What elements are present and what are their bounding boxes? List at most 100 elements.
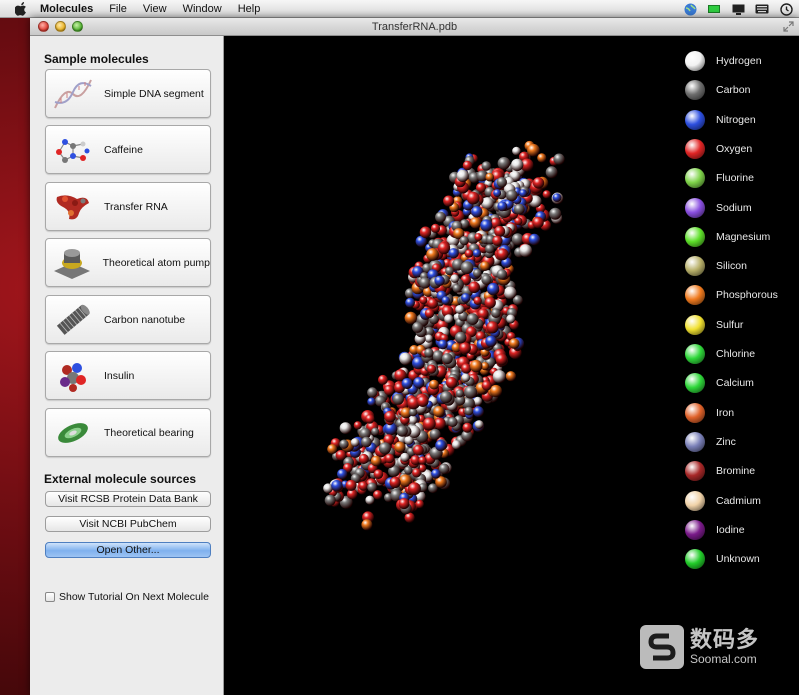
legend-item-bromine: Bromine [685, 460, 795, 482]
caffeine-thumbnail-icon [52, 130, 94, 170]
molecule-label: Simple DNA segment [104, 87, 204, 100]
legend-ball-icon [685, 314, 705, 335]
molecule-button-caffeine[interactable]: Caffeine [45, 125, 211, 174]
legend-ball-icon [685, 226, 705, 247]
legend-item-iron: Iron [685, 402, 795, 424]
molecule-viewer[interactable]: Hydrogen Carbon Nitrogen Oxygen Fluorine Sodi… [224, 36, 799, 695]
legend-item-hydrogen: Hydrogen [685, 50, 795, 72]
show-tutorial-label: Show Tutorial On Next Molecule [59, 591, 209, 603]
legend-item-calcium: Calcium [685, 372, 795, 394]
menu-help[interactable]: Help [238, 0, 261, 18]
fullscreen-icon[interactable] [783, 21, 794, 32]
legend-label: Fluorine [716, 172, 754, 185]
molecule-button-transfer-rna[interactable]: Transfer RNA [45, 182, 211, 231]
time-machine-status-icon[interactable] [779, 2, 793, 16]
legend-label: Nitrogen [716, 113, 756, 126]
legend-item-nitrogen: Nitrogen [685, 109, 795, 131]
atom-pump-thumbnail-icon [52, 243, 93, 283]
molecule-label: Caffeine [104, 143, 143, 156]
legend-label: Iron [716, 406, 735, 419]
legend-ball-icon [685, 51, 705, 71]
legend-ball-icon [685, 138, 705, 159]
watermark-cn-text: 数码多 [690, 627, 760, 652]
nanotube-thumbnail-icon [52, 300, 94, 340]
legend-item-oxygen: Oxygen [685, 138, 795, 160]
external-sources-heading: External molecule sources [44, 472, 197, 486]
insulin-thumbnail-icon [52, 356, 94, 396]
legend-ball-icon [685, 402, 705, 423]
sidebar: Sample molecules Simple DNA segment Caff… [30, 36, 224, 695]
menu-bar: Molecules File View Window Help [0, 0, 799, 18]
legend-item-cadmium: Cadmium [685, 490, 795, 512]
legend-ball-icon [685, 490, 705, 511]
visit-ncbi-button[interactable]: Visit NCBI PubChem [45, 516, 211, 532]
legend-ball-icon [685, 461, 705, 482]
legend-item-chlorine: Chlorine [685, 343, 795, 365]
menu-app-molecules[interactable]: Molecules [40, 0, 93, 18]
molecule-render[interactable] [224, 36, 799, 695]
molecule-button-bearing[interactable]: Theoretical bearing [45, 408, 211, 457]
watermark-logo-icon [640, 625, 684, 669]
molecule-label: Theoretical atom pump [102, 256, 210, 269]
molecule-button-insulin[interactable]: Insulin [45, 351, 211, 400]
molecule-button-dna[interactable]: Simple DNA segment [45, 69, 211, 118]
legend-label: Magnesium [716, 230, 771, 243]
legend-label: Calcium [716, 377, 754, 390]
legend-label: Cadmium [716, 494, 761, 507]
legend-ball-icon [685, 109, 705, 130]
legend-label: Silicon [716, 260, 747, 273]
window-titlebar[interactable]: TransferRNA.pdb [30, 18, 799, 36]
legend-item-magnesium: Magnesium [685, 226, 795, 248]
molecule-label: Transfer RNA [104, 200, 168, 213]
dna-thumbnail-icon [52, 74, 94, 114]
show-tutorial-checkbox-row[interactable]: Show Tutorial On Next Molecule [45, 591, 209, 603]
legend-item-fluorine: Fluorine [685, 167, 795, 189]
molecule-label: Carbon nanotube [104, 313, 186, 326]
legend-ball-icon [685, 256, 705, 277]
legend-ball-icon [685, 373, 705, 394]
battery-status-icon[interactable] [707, 3, 721, 15]
legend-item-unknown: Unknown [685, 548, 795, 570]
window-title: TransferRNA.pdb [371, 21, 458, 33]
visit-rcsb-button[interactable]: Visit RCSB Protein Data Bank [45, 491, 211, 507]
legend-ball-icon [685, 519, 705, 540]
molecule-button-nanotube[interactable]: Carbon nanotube [45, 295, 211, 344]
sample-molecules-heading: Sample molecules [44, 52, 149, 66]
legend-item-sodium: Sodium [685, 197, 795, 219]
legend-item-iodine: Iodine [685, 519, 795, 541]
app-window: TransferRNA.pdb Sample molecules Simple … [30, 18, 799, 695]
menu-status-area [683, 1, 793, 17]
legend-label: Bromine [716, 465, 756, 478]
legend-label: Sulfur [716, 318, 744, 331]
transfer-rna-thumbnail-icon [52, 187, 94, 227]
legend-label: Hydrogen [716, 55, 762, 67]
legend-ball-icon [685, 431, 705, 452]
legend-label: Phosphorous [716, 289, 778, 302]
watermark-en-text: Soomal.com [690, 652, 757, 666]
apple-menu-icon[interactable] [14, 1, 28, 16]
legend-label: Sodium [716, 201, 752, 214]
legend-item-silicon: Silicon [685, 255, 795, 277]
molecule-label: Insulin [104, 369, 135, 382]
menu-window[interactable]: Window [183, 0, 222, 18]
molecule-button-atom-pump[interactable]: Theoretical atom pump [45, 238, 211, 287]
legend-label: Oxygen [716, 142, 753, 155]
display-status-icon[interactable] [731, 3, 745, 15]
menu-file[interactable]: File [109, 0, 127, 18]
legend-label: Zinc [716, 435, 736, 448]
menu-view[interactable]: View [143, 0, 167, 18]
legend-label: Iodine [716, 523, 745, 536]
show-tutorial-checkbox[interactable] [45, 592, 55, 602]
globe-status-icon[interactable] [683, 3, 697, 15]
keyboard-status-icon[interactable] [755, 3, 769, 15]
legend-ball-icon [685, 197, 705, 218]
legend-ball-icon [685, 549, 705, 570]
legend-ball-icon [685, 344, 705, 364]
watermark: 数码多 Soomal.com [640, 625, 759, 669]
legend-label: Unknown [716, 553, 760, 566]
legend-item-zinc: Zinc [685, 431, 795, 453]
legend-item-carbon: Carbon [685, 79, 795, 101]
legend-item-sulfur: Sulfur [685, 314, 795, 336]
legend-ball-icon [685, 285, 705, 306]
open-other-button[interactable]: Open Other... [45, 542, 211, 558]
